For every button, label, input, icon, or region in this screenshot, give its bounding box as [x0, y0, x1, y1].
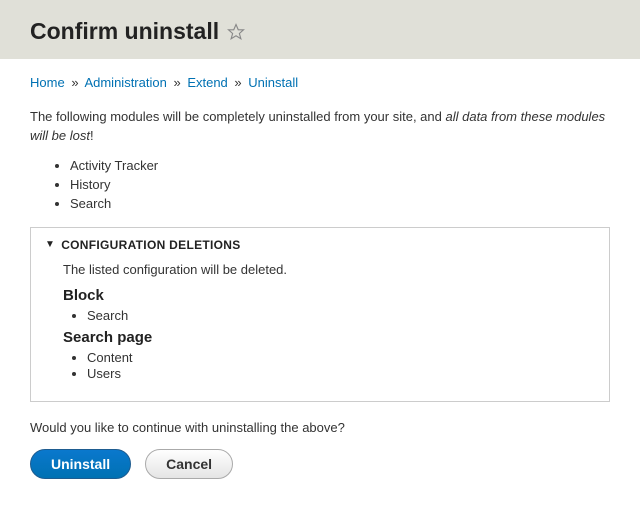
breadcrumb-link[interactable]: Home: [30, 75, 65, 90]
configuration-deletions-panel: ▼ CONFIGURATION DELETIONS The listed con…: [30, 227, 610, 402]
config-group-title: Search page: [63, 329, 595, 346]
config-group-list: Content Users: [63, 350, 595, 381]
breadcrumb-separator: »: [71, 75, 78, 90]
breadcrumb: Home » Administration » Extend » Uninsta…: [30, 75, 610, 90]
action-buttons: Uninstall Cancel: [30, 449, 610, 480]
list-item: Search: [70, 196, 610, 211]
intro-suffix: !: [90, 128, 94, 143]
breadcrumb-separator: »: [234, 75, 241, 90]
list-item: Content: [87, 350, 595, 365]
content: Home » Administration » Extend » Uninsta…: [0, 59, 640, 497]
config-group-title: Block: [63, 287, 595, 304]
breadcrumb-link[interactable]: Extend: [187, 75, 227, 90]
triangle-down-icon: ▼: [45, 239, 55, 250]
cancel-button[interactable]: Cancel: [145, 449, 233, 480]
page-header: Confirm uninstall: [0, 0, 640, 59]
list-item: Users: [87, 366, 595, 381]
intro-text: The following modules will be completely…: [30, 108, 610, 146]
intro-prefix: The following modules will be completely…: [30, 109, 445, 124]
details-body: The listed configuration will be deleted…: [45, 252, 595, 381]
uninstall-button[interactable]: Uninstall: [30, 449, 131, 480]
page-title: Confirm uninstall: [30, 18, 219, 45]
config-group-list: Search: [63, 308, 595, 323]
breadcrumb-link[interactable]: Uninstall: [248, 75, 298, 90]
config-description: The listed configuration will be deleted…: [63, 262, 595, 277]
list-item: Search: [87, 308, 595, 323]
star-icon[interactable]: [227, 23, 245, 41]
breadcrumb-separator: »: [173, 75, 180, 90]
details-summary-label: CONFIGURATION DELETIONS: [61, 238, 240, 252]
breadcrumb-link[interactable]: Administration: [84, 75, 166, 90]
confirm-question: Would you like to continue with uninstal…: [30, 420, 610, 435]
list-item: History: [70, 177, 610, 192]
modules-list: Activity Tracker History Search: [30, 158, 610, 211]
details-summary[interactable]: ▼ CONFIGURATION DELETIONS: [45, 238, 595, 252]
list-item: Activity Tracker: [70, 158, 610, 173]
